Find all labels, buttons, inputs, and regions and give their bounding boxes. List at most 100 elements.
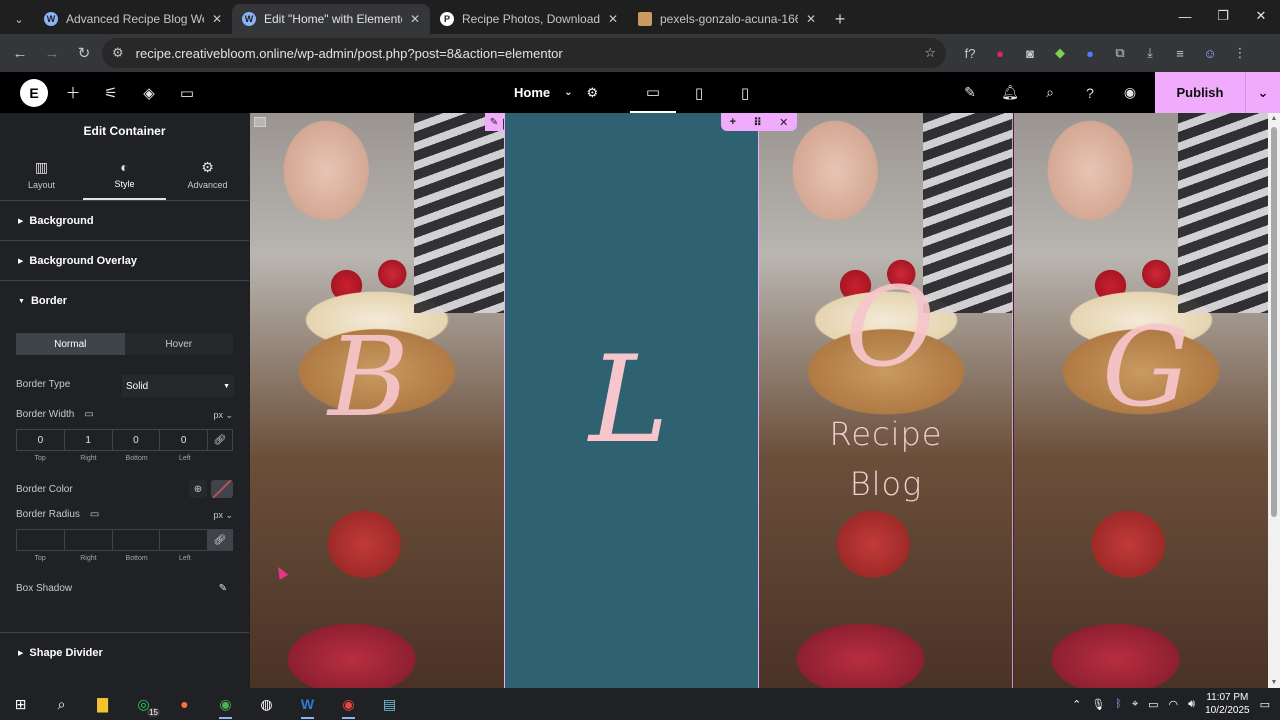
ext-red-icon[interactable]: ● — [988, 41, 1012, 65]
browser-tab-4[interactable]: pexels-gonzalo-acuna-1660580 ✕ — [628, 4, 826, 34]
preview-eye-icon[interactable]: ◉ — [1110, 72, 1150, 113]
border-width-left[interactable]: 0 — [160, 430, 208, 450]
minimize-icon[interactable]: — — [1166, 0, 1204, 32]
responsive-desktop-icon[interactable]: ▭ — [90, 509, 99, 520]
border-type-select[interactable]: Solid ▼ — [122, 375, 234, 397]
word-icon[interactable]: W — [287, 688, 328, 720]
edit-widget-pencil-icon[interactable]: ✎ — [485, 113, 503, 131]
pencil-icon[interactable]: ✎ — [213, 579, 233, 597]
scroll-up-icon[interactable]: ▲ — [1268, 115, 1280, 122]
color-swatch[interactable] — [211, 480, 233, 498]
border-radius-bottom[interactable] — [113, 530, 161, 550]
search-icon[interactable]: ⌕ — [1030, 72, 1070, 113]
whatsapp-icon[interactable]: ◎ 15 — [123, 688, 164, 720]
tab-layout[interactable]: ▥ Layout — [0, 149, 83, 200]
section-background-overlay[interactable]: ▶ Background Overlay — [0, 241, 249, 281]
section-border[interactable]: ▼ Border — [0, 281, 249, 321]
mobile-icon[interactable]: ▯ — [722, 72, 768, 113]
site-info-icon[interactable]: ⚙ — [112, 45, 124, 61]
forward-icon[interactable]: → — [38, 39, 66, 67]
microphone-icon[interactable]: 🎙︎ — [1091, 698, 1105, 711]
location-icon[interactable]: ⌖ — [1132, 698, 1138, 711]
site-settings-icon[interactable]: ⚟ — [92, 73, 130, 113]
close-icon[interactable]: ✕ — [779, 116, 788, 129]
obs-icon[interactable]: ◍ — [246, 688, 287, 720]
structure-icon[interactable]: ◈ — [130, 73, 168, 113]
heading-recipe[interactable]: Recipe — [759, 415, 1013, 453]
media-icon[interactable]: ≡ — [1168, 41, 1192, 65]
container-l[interactable]: L — [505, 113, 759, 688]
close-tab-icon[interactable]: ✕ — [410, 12, 420, 26]
puzzle-icon[interactable]: ⧉ — [1108, 41, 1132, 65]
close-tab-icon[interactable]: ✕ — [212, 12, 222, 26]
color-ext-icon[interactable]: ◆ — [1048, 41, 1072, 65]
bluetooth-icon[interactable]: ᛒ — [1115, 698, 1122, 710]
ext-blue-icon[interactable]: ● — [1078, 41, 1102, 65]
responsive-desktop-icon[interactable]: ▭ — [84, 409, 93, 420]
camera-ext-icon[interactable]: ◙ — [1018, 41, 1042, 65]
border-radius-top[interactable] — [17, 530, 65, 550]
new-tab-button[interactable]: + — [826, 4, 854, 34]
chevron-down-icon[interactable]: ⌄ — [1245, 72, 1280, 113]
browser-tab-3[interactable]: P Recipe Photos, Download The B ✕ — [430, 4, 628, 34]
browser-tab-2[interactable]: W Edit "Home" with Elementor ✕ — [232, 4, 430, 34]
menu-kebab-icon[interactable]: ⋮ — [1228, 41, 1252, 65]
canvas-scrollbar[interactable]: ▲ ▼ — [1268, 113, 1280, 688]
border-radius-right[interactable] — [65, 530, 113, 550]
letter-l[interactable]: L — [589, 331, 669, 470]
bookmark-star-icon[interactable]: ☆ — [924, 45, 936, 61]
container-o[interactable]: O Recipe Blog — [759, 113, 1013, 688]
profile-avatar[interactable]: ☺ — [1198, 41, 1222, 65]
wifi-icon[interactable]: ◠ — [1169, 698, 1179, 711]
chrome-icon[interactable]: ◉ — [205, 688, 246, 720]
download-icon[interactable]: ⤓ — [1138, 41, 1162, 65]
link-values-icon[interactable]: 🔗︎ — [208, 430, 232, 450]
tab-search-icon[interactable]: ⌄ — [4, 4, 34, 34]
border-width-right[interactable]: 1 — [65, 430, 113, 450]
heading-blog[interactable]: Blog — [759, 465, 1013, 503]
container-b[interactable]: B — [250, 113, 504, 688]
scroll-down-icon[interactable]: ▼ — [1268, 679, 1280, 686]
border-width-top[interactable]: 0 — [17, 430, 65, 450]
notifications-icon[interactable]: 🔔︎ — [990, 72, 1030, 113]
notepad-icon[interactable]: ▤ — [369, 688, 410, 720]
chrome-profile-icon[interactable]: ◉ — [328, 688, 369, 720]
state-normal-tab[interactable]: Normal — [16, 333, 125, 355]
drag-handle-icon[interactable]: ⠿ — [753, 116, 762, 129]
desktop-icon[interactable]: ▭ — [630, 72, 676, 113]
back-icon[interactable]: ← — [6, 39, 34, 67]
border-width-bottom[interactable]: 0 — [113, 430, 161, 450]
state-hover-tab[interactable]: Hover — [125, 333, 234, 355]
add-icon[interactable]: + — [730, 116, 736, 128]
file-explorer-icon[interactable]: ▇ — [82, 688, 123, 720]
section-background[interactable]: ▶ Background — [0, 201, 249, 241]
close-tab-icon[interactable]: ✕ — [806, 12, 816, 26]
volume-icon[interactable]: 🔊︎ — [1188, 698, 1195, 711]
letter-g[interactable]: G — [1102, 303, 1190, 431]
close-tab-icon[interactable]: ✕ — [608, 12, 618, 26]
notifications-icon[interactable]: ▭ — [1260, 698, 1270, 711]
link-values-icon[interactable]: 🔗︎ — [208, 530, 232, 550]
chevron-up-icon[interactable]: ⌃ — [1072, 698, 1081, 711]
windows-start-icon[interactable]: ⊞ — [0, 688, 41, 720]
globe-icon[interactable]: ⊕ — [189, 480, 207, 498]
clock[interactable]: 11:07 PM 10/2/2025 — [1205, 691, 1250, 717]
browser-tab-1[interactable]: W Advanced Recipe Blog Website ✕ — [34, 4, 232, 34]
border-radius-left[interactable] — [160, 530, 208, 550]
ai-icon[interactable]: ✎ — [950, 72, 990, 113]
font-ext-icon[interactable]: f? — [958, 41, 982, 65]
maximize-icon[interactable]: ❐ — [1204, 0, 1242, 32]
firefox-icon[interactable]: ● — [164, 688, 205, 720]
letter-b[interactable]: B — [328, 313, 409, 441]
border-width-unit[interactable]: px ⌄ — [213, 410, 233, 421]
reload-icon[interactable]: ↻ — [70, 39, 98, 67]
tab-advanced[interactable]: ⚙ Advanced — [166, 149, 249, 200]
section-shape-divider[interactable]: ▶ Shape Divider — [0, 632, 249, 672]
scroll-thumb[interactable] — [1271, 127, 1277, 517]
search-icon[interactable]: ⌕ — [41, 688, 82, 720]
publish-button[interactable]: Publish ⌄ — [1155, 72, 1280, 113]
battery-icon[interactable]: ▭ — [1148, 698, 1158, 711]
notes-icon[interactable]: ▭ — [168, 73, 206, 113]
url-field[interactable]: ⚙ recipe.creativebloom.online/wp-admin/p… — [102, 38, 946, 68]
close-window-icon[interactable]: ✕ — [1242, 0, 1280, 32]
